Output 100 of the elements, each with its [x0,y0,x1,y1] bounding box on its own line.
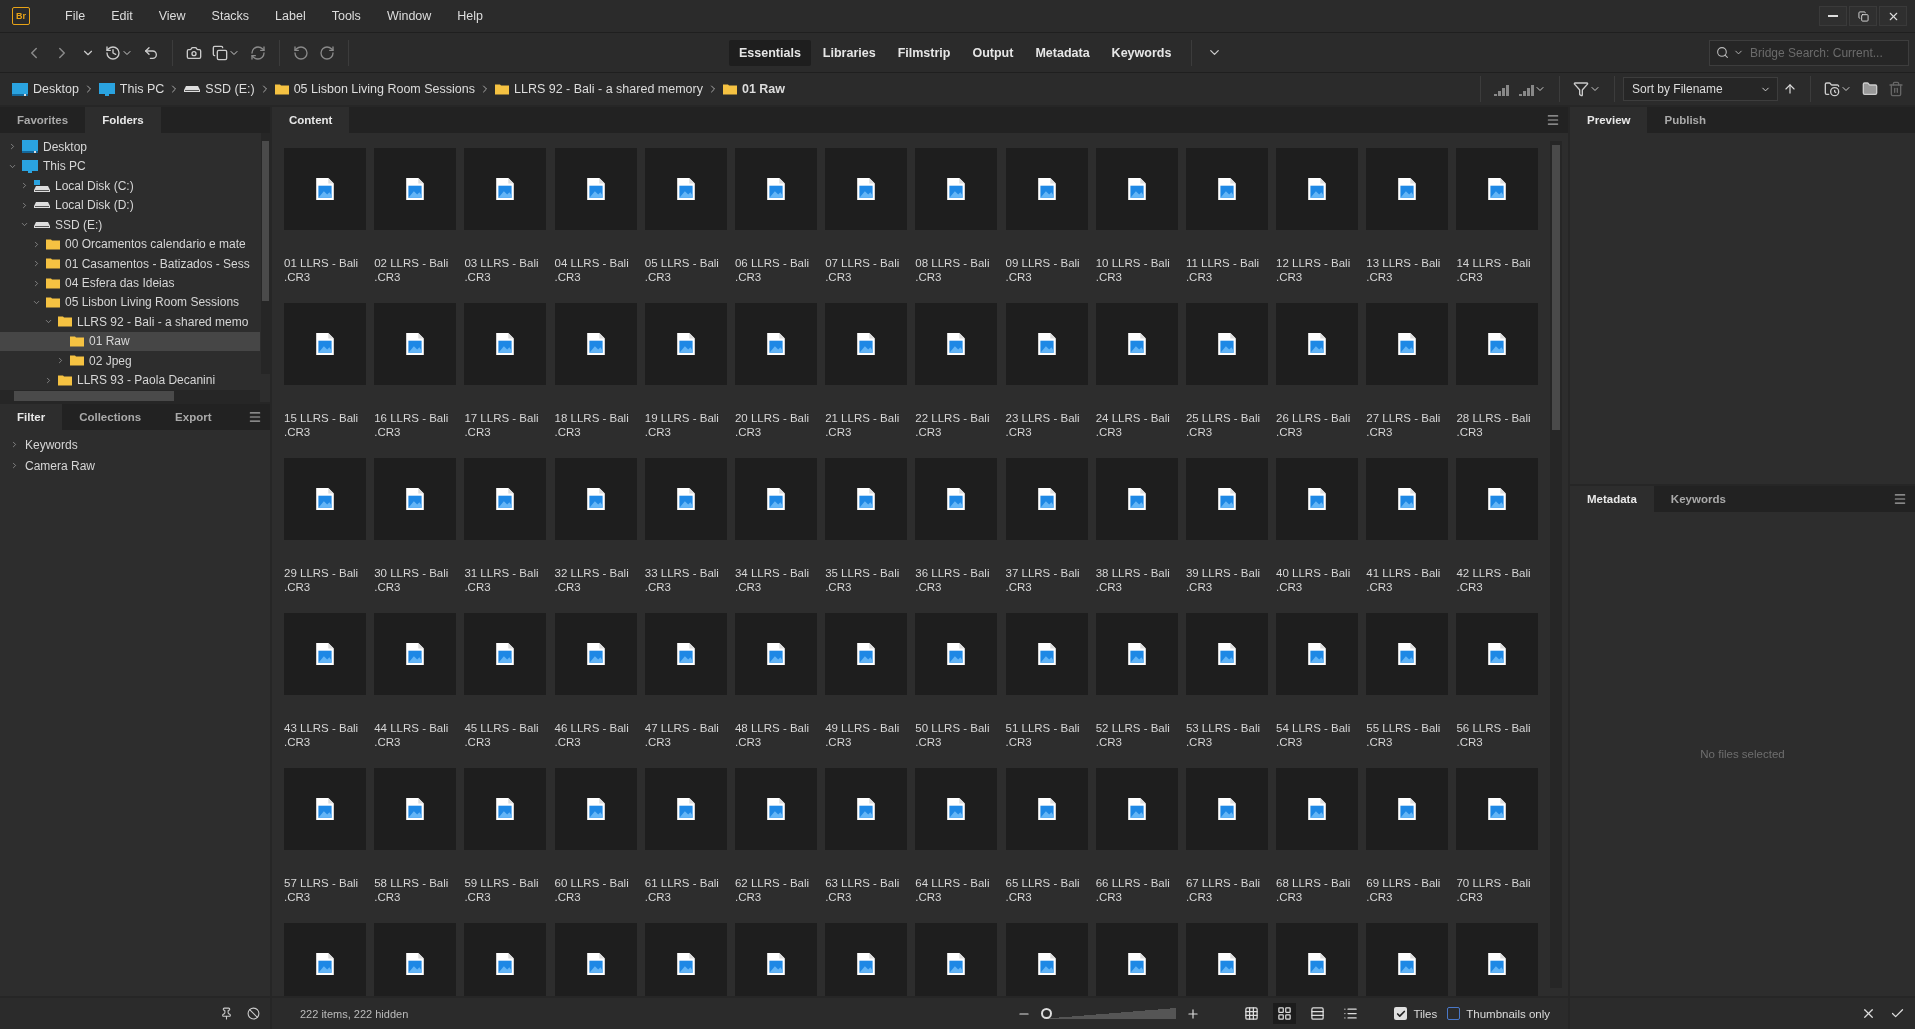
breadcrumb[interactable]: 05 Lisbon Living Room Sessions [293,82,475,96]
search-field[interactable]: Bridge Search: Current... [1709,39,1909,66]
file-thumbnail[interactable] [284,613,366,695]
file-thumbnail[interactable] [825,768,908,850]
file-thumbnail[interactable] [644,148,727,230]
expand-chevron-icon[interactable] [32,259,41,269]
file-thumbnail[interactable] [1095,923,1178,996]
menu-item[interactable]: Edit [98,9,146,23]
file-thumbnail[interactable] [374,458,457,540]
checkbox[interactable] [1447,1007,1461,1020]
minimize-button[interactable] [1819,6,1847,26]
file-thumbnail[interactable] [374,923,457,996]
filter-section[interactable]: Keywords [0,434,270,455]
file-thumbnail[interactable] [825,458,908,540]
collapse-chevron-icon[interactable] [32,298,41,307]
file-thumbnail[interactable] [554,923,637,996]
file-thumbnail[interactable] [374,768,457,850]
panel-tab[interactable]: Favorites [0,107,86,133]
expand-chevron-icon[interactable] [56,356,65,366]
file-thumbnail[interactable] [1366,458,1449,540]
file-thumbnail[interactable] [734,613,817,695]
file-thumbnail[interactable] [1456,458,1539,540]
file-thumbnail[interactable] [1276,923,1359,996]
expand-chevron-icon[interactable] [44,375,53,385]
file-thumbnail[interactable] [1005,148,1088,230]
file-thumbnail[interactable] [1185,768,1268,850]
file-thumbnail[interactable] [1456,613,1539,695]
file-thumbnail[interactable] [825,148,908,230]
file-thumbnail[interactable] [554,768,637,850]
zoom-in-icon[interactable] [1186,1006,1201,1021]
file-thumbnail[interactable] [284,768,366,850]
file-thumbnail[interactable] [554,148,637,230]
file-thumbnail[interactable] [1185,148,1268,230]
file-thumbnail[interactable] [554,458,637,540]
folder-tree-item[interactable]: SSD (E:) [0,214,260,235]
file-thumbnail[interactable] [1276,458,1359,540]
menu-item[interactable]: Help [444,9,497,23]
workspace-tab[interactable]: Essentials [729,39,811,66]
file-thumbnail[interactable] [1276,303,1359,385]
file-thumbnail[interactable] [915,613,998,695]
horizontal-scrollbar[interactable] [0,390,260,402]
file-thumbnail[interactable] [1456,768,1539,850]
sort-dropdown[interactable]: Sort by Filename [1623,77,1778,101]
pin-icon[interactable] [220,1007,233,1020]
file-thumbnail[interactable] [1005,923,1088,996]
vertical-scrollbar[interactable] [1550,141,1562,988]
file-thumbnail[interactable] [734,768,817,850]
file-thumbnail[interactable] [915,148,998,230]
workspace-tab[interactable]: Output [962,39,1024,66]
file-thumbnail[interactable] [1005,303,1088,385]
file-thumbnail[interactable] [1005,613,1088,695]
file-thumbnail[interactable] [1366,768,1449,850]
file-thumbnail[interactable] [464,923,547,996]
folder-tree-item[interactable]: Desktop [0,137,260,157]
file-thumbnail[interactable] [1005,768,1088,850]
expand-chevron-icon[interactable] [32,239,41,249]
file-thumbnail[interactable] [1095,768,1178,850]
menu-item[interactable]: View [145,9,199,23]
folder-tree-item[interactable]: 01 Raw [0,331,260,352]
file-thumbnail[interactable] [1276,613,1359,695]
workspace-tab[interactable]: Keywords [1101,39,1182,66]
panel-tab[interactable]: Metadata [1570,486,1654,512]
file-thumbnail[interactable] [1366,303,1449,385]
file-thumbnail[interactable] [1095,303,1178,385]
menu-item[interactable]: Tools [318,9,374,23]
file-thumbnail[interactable] [734,923,817,996]
breadcrumb[interactable]: Desktop [33,82,79,96]
folder-tree-item[interactable]: 05 Lisbon Living Room Sessions [0,292,260,313]
file-thumbnail[interactable] [1095,613,1178,695]
file-thumbnail[interactable] [554,613,637,695]
file-thumbnail[interactable] [915,458,998,540]
checkbox[interactable] [1394,1007,1408,1020]
folder-tree-item[interactable]: LLRS 92 - Bali - a shared memo [0,312,260,332]
file-thumbnail[interactable] [554,303,637,385]
file-thumbnail[interactable] [464,768,547,850]
expand-chevron-icon[interactable] [32,278,41,288]
filter-section[interactable]: Camera Raw [0,455,270,476]
workspace-tab[interactable]: Filmstrip [887,39,961,66]
cancel-icon[interactable] [1861,1006,1876,1021]
file-thumbnail[interactable] [284,923,366,996]
file-thumbnail[interactable] [734,458,817,540]
file-thumbnail[interactable] [464,303,547,385]
file-thumbnail[interactable] [1276,148,1359,230]
file-thumbnail[interactable] [915,768,998,850]
folder-tree-item[interactable]: Local Disk (C:) [0,175,260,196]
expand-chevron-icon[interactable] [8,142,17,152]
panel-tab[interactable]: Content [272,107,350,133]
file-thumbnail[interactable] [1366,613,1449,695]
file-thumbnail[interactable] [1185,458,1268,540]
file-thumbnail[interactable] [284,303,366,385]
file-thumbnail[interactable] [825,303,908,385]
workspace-tab[interactable]: Metadata [1025,39,1100,66]
folder-tree-item[interactable]: 04 Esfera das Ideias [0,273,260,293]
file-thumbnail[interactable] [374,613,457,695]
expand-chevron-icon[interactable] [20,200,29,210]
restore-button[interactable] [1849,6,1877,26]
folder-tree-item[interactable]: Local Disk (D:) [0,195,260,215]
menu-item[interactable]: Stacks [198,9,263,23]
file-thumbnail[interactable] [644,458,727,540]
file-thumbnail[interactable] [644,768,727,850]
